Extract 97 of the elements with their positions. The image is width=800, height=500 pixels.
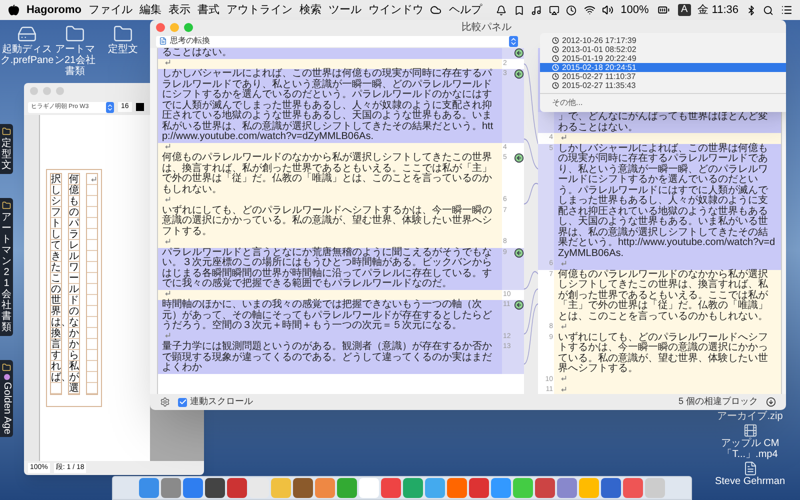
clock-icon bbox=[552, 73, 559, 80]
return-mark-icon bbox=[164, 59, 171, 66]
diff-count: 5 個の相違ブロック bbox=[678, 395, 758, 408]
folder-icon bbox=[2, 127, 11, 136]
side-tab[interactable]: Golden Age bbox=[0, 360, 13, 438]
menu-item[interactable]: ファイル bbox=[88, 2, 132, 18]
paragraph-text: しかしバシャールによれば、この世界は何億もの現実が同時に存在するパラレルワールドであり、私という意識が一瞬一瞬、どのパラレルワールドにシフトするかを選んでいるのだという。パラレルワールドのかなにはすでに人類が滅んでしまった世界もあるし、人々が奴隷のように支配され抑圧されている地獄のような世界もあるし、天国のような世界もある。いま私がいる世界は、私の意識が選択しシフトしてきたその結果だという。http://www.youtube.com/watch?v=dZyMMLB06As. bbox=[162, 68, 494, 142]
return-mark-icon bbox=[164, 290, 171, 298]
bluetooth-icon[interactable] bbox=[746, 4, 756, 16]
battery-percent: 100% bbox=[620, 2, 649, 18]
desktop-icon-label[interactable]: 起動ディスク.prefPane bbox=[0, 44, 54, 66]
clock-icon bbox=[552, 82, 559, 89]
clock-icon[interactable] bbox=[566, 4, 577, 16]
video-icon[interactable] bbox=[742, 423, 758, 438]
version-menu-item[interactable]: その他... bbox=[540, 97, 786, 109]
paragraph-text: 時間軸のほかに、いまの我々の感覚では把握できないもう一つの軸（次元）があって、その軸にそってもパラレルワールドが存在するとしたらどうだろう。空間の３次元＋時間＋もう一つの次元＝５次元になる。 bbox=[162, 299, 492, 331]
clock-icon bbox=[552, 64, 559, 71]
version-menu-item[interactable]: 2015-02-18 20:24:51 bbox=[540, 63, 786, 72]
side-tab-label: Golden Age bbox=[2, 382, 12, 434]
folder-icon[interactable] bbox=[65, 24, 85, 44]
paragraph-text: 量子力学には観測問題というのがある。観測者（意識）が存在するか否かで顕現する現象が違ってくるのである。どうして違ってくるのか実はまだよくわか bbox=[162, 341, 492, 373]
app-menu[interactable]: Hagoromo bbox=[26, 2, 82, 18]
vertical-text-column: 択しシフトしてきたこの世界は、換言すれば、 bbox=[50, 173, 62, 395]
app-icon[interactable] bbox=[535, 478, 555, 498]
return-mark-icon bbox=[90, 176, 96, 183]
music-note-icon[interactable] bbox=[531, 4, 542, 16]
menu-item[interactable]: アウトライン bbox=[226, 2, 292, 18]
color-swatch[interactable] bbox=[136, 103, 144, 111]
volume-icon[interactable] bbox=[602, 4, 614, 16]
folder-icon[interactable] bbox=[113, 24, 133, 44]
menu-item[interactable]: ヘルプ bbox=[448, 2, 482, 18]
search-icon[interactable] bbox=[763, 4, 774, 16]
apple-icon[interactable] bbox=[8, 4, 20, 16]
side-tab-label: アートマン21会社書類 bbox=[2, 212, 12, 333]
side-tab-label: 定型文 bbox=[2, 138, 12, 171]
app-icon[interactable] bbox=[601, 478, 621, 498]
cloud-icon[interactable] bbox=[430, 4, 442, 16]
clock-icon bbox=[552, 37, 559, 44]
checkbox-label[interactable]: 連動スクロール bbox=[190, 395, 253, 409]
paragraph-text: 何億ものパラレルワールドのなかから私が選択しシフトしてきたこの世界は、換言すれば、私が創った世界であるともいえる。ここでは私が「主」で外の世界は「従」だ。仏教の「唯識」とは、このことを言っているのかもしれない。 bbox=[558, 268, 768, 322]
app-icon[interactable] bbox=[227, 478, 247, 498]
side-tab[interactable]: 定型文 bbox=[0, 124, 13, 174]
app-icon[interactable] bbox=[469, 478, 489, 498]
vertical-text-column: 何億ものパラレルワールドのなかから私が選 bbox=[68, 173, 80, 395]
app-icon[interactable] bbox=[293, 478, 313, 498]
paragraph-text: パラレルワールドと言うとなにか荒唐無稽のように聞こえるがそうでもない。３次元座標のこの場所にはもうひとつ時間軸がある。ビックバンからはじまる各瞬間瞬間の世界が時間軸に沿ってパラレルに存在している。すでに我々の感覚で把握できる範囲でもパラレルワールドなのだ。 bbox=[162, 246, 492, 289]
clock-icon bbox=[552, 46, 559, 53]
return-mark-icon bbox=[560, 386, 567, 393]
paragraph-text: いずれにしても、どのパラレルワールドへシフトするかは、今一瞬一瞬の意識の選択にかかっている。私の意識が、望む世界、体験したい世界へシフトする。 bbox=[162, 204, 492, 236]
window-title: 比較パネル bbox=[460, 20, 512, 34]
app-icon[interactable] bbox=[205, 478, 225, 498]
return-mark-icon bbox=[560, 134, 567, 141]
desktop-icon-label[interactable]: 定型文 bbox=[108, 44, 138, 55]
menu-item[interactable]: 検索 bbox=[299, 2, 322, 18]
return-mark-icon bbox=[164, 332, 171, 340]
desktop-icon-label[interactable]: アートマン21会社書類 bbox=[52, 44, 98, 77]
version-menu-item[interactable]: 2012-10-26 17:17:39 bbox=[540, 36, 786, 45]
version-menu-item[interactable]: 2013-01-01 08:52:02 bbox=[540, 45, 786, 54]
battery-icon[interactable] bbox=[656, 4, 672, 16]
settings-icon[interactable] bbox=[160, 397, 170, 407]
return-mark-icon bbox=[560, 322, 567, 330]
bookmark-icon[interactable] bbox=[514, 4, 524, 16]
close-button[interactable] bbox=[156, 22, 165, 32]
bell-icon[interactable] bbox=[496, 4, 506, 16]
menu-item[interactable]: 表示 bbox=[168, 2, 190, 18]
menu-item[interactable]: ツール bbox=[328, 2, 362, 18]
menu-clock[interactable]: 金 11:36 bbox=[698, 2, 738, 18]
sync-checkbox[interactable] bbox=[178, 398, 187, 406]
menu-item[interactable]: ウインドウ bbox=[368, 2, 424, 18]
airplay-icon[interactable] bbox=[548, 4, 560, 16]
side-tab[interactable]: アートマン21会社書類 bbox=[0, 198, 13, 336]
version-menu-item[interactable]: 2015-01-19 20:22:49 bbox=[540, 54, 786, 63]
paragraph-text: 何億ものパラレルワールドのなかから私が選択しシフトしてきたこの世界は、換言すれば、私が創った世界であるともいえる。ここでは私が「主」で外の世界は「従」だ。仏教の「唯識」とは、このことを言っているのかもしれない。 bbox=[162, 152, 492, 194]
document-icon[interactable] bbox=[742, 461, 758, 476]
desktop-icon-label[interactable]: アーカイブ.zip bbox=[717, 411, 783, 422]
return-mark-icon bbox=[164, 196, 171, 203]
input-source[interactable]: A bbox=[678, 4, 691, 16]
menu-item[interactable]: 書式 bbox=[197, 2, 220, 18]
return-mark-icon bbox=[560, 375, 567, 382]
desktop-icon-label[interactable]: アップル CM「T...」.mp4 bbox=[708, 438, 792, 460]
folder-icon bbox=[2, 363, 11, 372]
document-select[interactable]: 思考の転換 bbox=[156, 36, 518, 46]
version-menu-item[interactable]: 2015-02-27 11:35:43 bbox=[540, 81, 786, 90]
return-mark-icon bbox=[164, 143, 171, 150]
document-icon bbox=[159, 37, 167, 45]
scroll-bar[interactable] bbox=[150, 48, 158, 394]
stepper-icon[interactable] bbox=[509, 36, 518, 46]
version-menu-item[interactable]: 2015-02-27 11:10:37 bbox=[540, 72, 786, 81]
desktop-icon-label[interactable]: Steve Gehrman bbox=[714, 476, 786, 487]
paragraph-text: いずれにしても、どのパラレルワールドへシフトするかは、今一瞬一瞬の意識の選択にかかっている。私の意識が、望む世界、体験したい世界へシフトする。 bbox=[558, 332, 768, 374]
clock-icon bbox=[552, 55, 559, 62]
return-mark-icon bbox=[560, 260, 567, 267]
paragraph-text: しかしバシャールによれば、この世界は何億もの現実が同時に存在するパラレルワールドであり、私という意識が一瞬一瞬、どのパラレルワールドにシフトするかを選んでいるのだという。パラレルワールドにはすでに人類が滅んでしまった世界もあるし、人々が奴隷のように支配され抑圧されている地獄のような世界もあるし、天国のような世界もある。いま私がいる世界は、私の意識が選択しシフトしてきたその結果だという。http://www.youtube.com/watch?v=dZyMMLB06As. bbox=[558, 142, 776, 258]
return-mark-icon bbox=[164, 238, 171, 245]
stepper-icon[interactable] bbox=[106, 102, 114, 112]
folder-icon bbox=[2, 201, 11, 210]
menu-item[interactable]: 編集 bbox=[139, 2, 162, 18]
